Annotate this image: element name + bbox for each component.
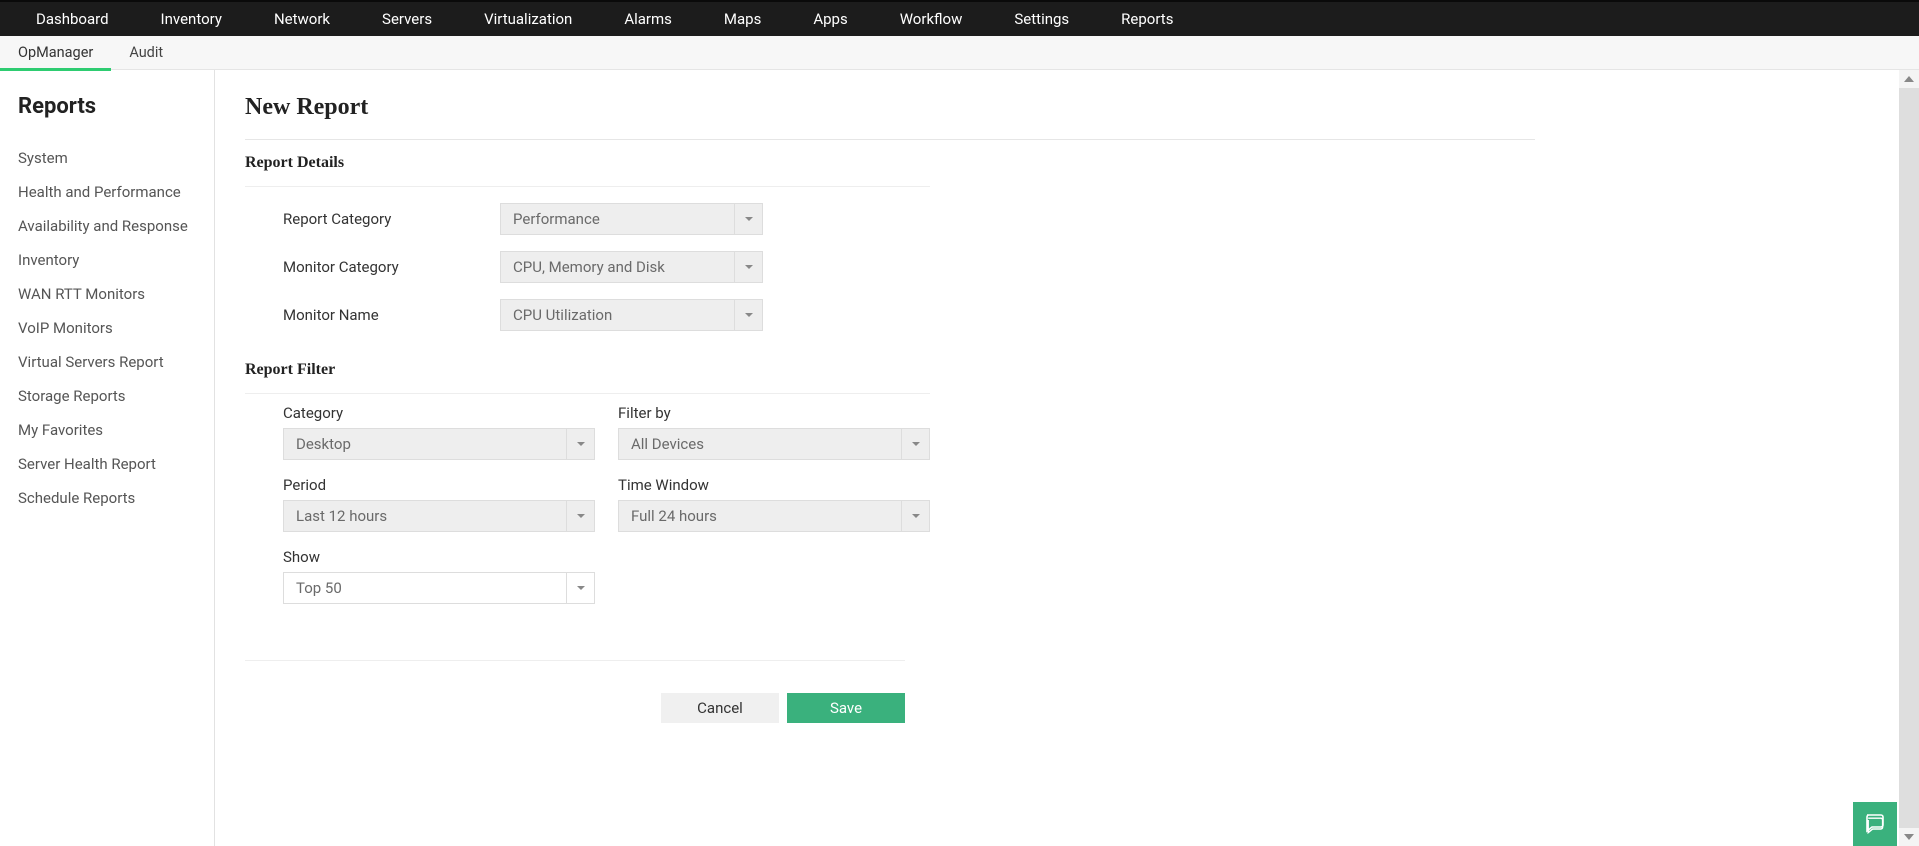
- report-details-heading: Report Details: [245, 140, 930, 187]
- select-monitor-name-value: CPU Utilization: [501, 306, 734, 324]
- sidebar-item-server-health-report[interactable]: Server Health Report: [18, 447, 196, 481]
- chevron-down-icon: [734, 204, 762, 234]
- chevron-down-icon: [901, 501, 929, 531]
- top-nav: DashboardInventoryNetworkServersVirtuali…: [0, 0, 1919, 36]
- sidebar-item-virtual-servers-report[interactable]: Virtual Servers Report: [18, 345, 196, 379]
- chevron-down-icon: [566, 429, 594, 459]
- row-monitor-name: Monitor Name CPU Utilization: [245, 299, 1535, 331]
- select-report-category-value: Performance: [501, 210, 734, 228]
- select-filter-by[interactable]: All Devices: [618, 428, 930, 460]
- sidebar-item-inventory[interactable]: Inventory: [18, 243, 196, 277]
- topnav-item-virtualization[interactable]: Virtualization: [458, 2, 598, 36]
- select-time-window[interactable]: Full 24 hours: [618, 500, 930, 532]
- topnav-item-apps[interactable]: Apps: [787, 2, 873, 36]
- select-show[interactable]: Top 50: [283, 572, 595, 604]
- select-filter-by-value: All Devices: [619, 435, 901, 453]
- sidebar-item-storage-reports[interactable]: Storage Reports: [18, 379, 196, 413]
- sidebar: Reports SystemHealth and PerformanceAvai…: [0, 70, 215, 846]
- sidebar-title: Reports: [18, 94, 196, 119]
- topnav-item-settings[interactable]: Settings: [988, 2, 1095, 36]
- subnav-item-opmanager[interactable]: OpManager: [0, 36, 111, 70]
- sidebar-item-schedule-reports[interactable]: Schedule Reports: [18, 481, 196, 515]
- select-monitor-category[interactable]: CPU, Memory and Disk: [500, 251, 763, 283]
- select-show-value: Top 50: [284, 579, 566, 597]
- label-report-category: Report Category: [245, 210, 500, 228]
- chevron-down-icon: [566, 501, 594, 531]
- select-report-category[interactable]: Performance: [500, 203, 763, 235]
- topnav-item-workflow[interactable]: Workflow: [874, 2, 989, 36]
- scrollbar[interactable]: [1899, 70, 1919, 846]
- page-title: New Report: [245, 94, 1889, 121]
- col-filter-by: Filter by All Devices: [618, 404, 933, 460]
- scroll-down-icon[interactable]: [1899, 828, 1919, 846]
- col-time-window: Time Window Full 24 hours: [618, 476, 933, 532]
- chat-icon: [1863, 812, 1887, 836]
- topnav-item-network[interactable]: Network: [248, 2, 356, 36]
- report-filter-heading: Report Filter: [245, 347, 930, 394]
- select-period-value: Last 12 hours: [284, 507, 566, 525]
- scroll-up-icon[interactable]: [1899, 70, 1919, 88]
- row-monitor-category: Monitor Category CPU, Memory and Disk: [245, 251, 1535, 283]
- label-time-window: Time Window: [618, 476, 933, 494]
- select-category[interactable]: Desktop: [283, 428, 595, 460]
- chevron-down-icon: [734, 252, 762, 282]
- label-show: Show: [283, 548, 598, 566]
- col-period: Period Last 12 hours: [283, 476, 598, 532]
- row-report-category: Report Category Performance: [245, 203, 1535, 235]
- chevron-down-icon: [901, 429, 929, 459]
- sidebar-item-health-and-performance[interactable]: Health and Performance: [18, 175, 196, 209]
- label-filter-by: Filter by: [618, 404, 933, 422]
- sidebar-item-system[interactable]: System: [18, 141, 196, 175]
- topnav-item-reports[interactable]: Reports: [1095, 2, 1199, 36]
- report-details-section: Report Details Report Category Performan…: [245, 140, 1535, 331]
- sidebar-item-voip-monitors[interactable]: VoIP Monitors: [18, 311, 196, 345]
- actions-bar: Cancel Save: [245, 660, 905, 723]
- label-period: Period: [283, 476, 598, 494]
- label-monitor-category: Monitor Category: [245, 258, 500, 276]
- select-time-window-value: Full 24 hours: [619, 507, 901, 525]
- col-show: Show Top 50: [283, 548, 598, 604]
- label-category: Category: [283, 404, 598, 422]
- select-period[interactable]: Last 12 hours: [283, 500, 595, 532]
- cancel-button[interactable]: Cancel: [661, 693, 779, 723]
- select-category-value: Desktop: [284, 435, 566, 453]
- main-content: New Report Report Details Report Categor…: [215, 70, 1919, 846]
- topnav-item-maps[interactable]: Maps: [698, 2, 787, 36]
- chevron-down-icon: [566, 573, 594, 603]
- label-monitor-name: Monitor Name: [245, 306, 500, 324]
- sidebar-item-my-favorites[interactable]: My Favorites: [18, 413, 196, 447]
- report-filter-section: Report Filter Category Desktop Filter by…: [245, 347, 1535, 620]
- save-button[interactable]: Save: [787, 693, 905, 723]
- topnav-item-inventory[interactable]: Inventory: [135, 2, 248, 36]
- sidebar-item-wan-rtt-monitors[interactable]: WAN RTT Monitors: [18, 277, 196, 311]
- topnav-item-servers[interactable]: Servers: [356, 2, 458, 36]
- subnav-item-audit[interactable]: Audit: [111, 36, 181, 70]
- topnav-item-alarms[interactable]: Alarms: [598, 2, 698, 36]
- sub-nav: OpManagerAudit: [0, 36, 1919, 70]
- chevron-down-icon: [734, 300, 762, 330]
- col-category: Category Desktop: [283, 404, 598, 460]
- select-monitor-category-value: CPU, Memory and Disk: [501, 258, 734, 276]
- chat-button[interactable]: [1853, 802, 1897, 846]
- select-monitor-name[interactable]: CPU Utilization: [500, 299, 763, 331]
- topnav-item-dashboard[interactable]: Dashboard: [10, 2, 135, 36]
- sidebar-item-availability-and-response[interactable]: Availability and Response: [18, 209, 196, 243]
